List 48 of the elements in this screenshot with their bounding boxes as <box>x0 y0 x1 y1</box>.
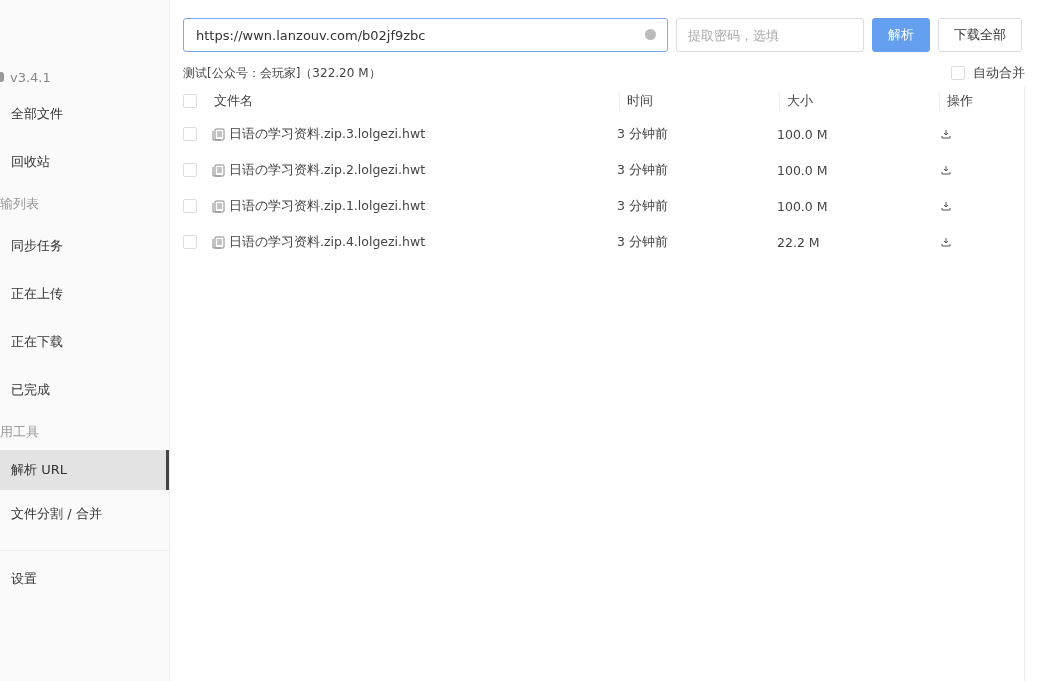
file-name: 日语の学习资料.zip.1.lolgezi.hwt <box>229 197 426 215</box>
sidebar-item[interactable]: 正在上传 <box>0 270 169 318</box>
table-cell-text: 3 分钟前 <box>617 161 669 179</box>
table-cell-text: 100.0 M <box>777 198 829 214</box>
file-icon <box>212 199 225 213</box>
row-checkbox[interactable] <box>183 235 197 249</box>
sidebar-item[interactable]: 同步任务 <box>0 222 169 270</box>
file-icon <box>212 163 225 177</box>
auto-merge-checkbox[interactable] <box>951 66 965 80</box>
row-checkbox[interactable] <box>183 163 197 177</box>
sidebar-item[interactable]: 解析 URL <box>0 450 169 490</box>
sidebar-item[interactable]: 回收站 <box>0 138 169 186</box>
auto-merge-label: 自动合并 <box>973 64 1025 82</box>
file-icon <box>212 235 225 249</box>
column-header: 操作 <box>939 92 1019 110</box>
file-icon <box>212 127 225 141</box>
row-checkbox[interactable] <box>183 199 197 213</box>
column-header: 大小 <box>779 92 939 110</box>
clear-icon[interactable] <box>645 29 656 40</box>
table-cell-text: 22.2 M <box>777 234 821 250</box>
file-name: 日语の学习资料.zip.2.lolgezi.hwt <box>229 161 426 179</box>
table-cell-text: 3 分钟前 <box>617 197 669 215</box>
password-field[interactable]: 提取密码，选填 <box>676 18 864 52</box>
sidebar-item[interactable]: 全部文件 <box>0 90 169 138</box>
sidebar-item[interactable]: 正在下载 <box>0 318 169 366</box>
file-name: 日语の学习资料.zip.4.lolgezi.hwt <box>229 233 426 251</box>
download-icon[interactable] <box>941 201 951 211</box>
section-title: 用工具 <box>0 423 40 441</box>
url-field[interactable]: https://wwn.lanzouv.com/b02jf9zbc <box>183 18 668 52</box>
file-name: 日语の学习资料.zip.3.lolgezi.hwt <box>229 125 426 143</box>
download-icon[interactable] <box>941 165 951 175</box>
share-summary: 测试[公众号：会玩家]（322.20 M） <box>183 64 381 82</box>
column-header: 时间 <box>619 92 779 110</box>
table-cell-text: 3 分钟前 <box>617 125 669 143</box>
sidebar-item[interactable]: 设置 <box>0 555 169 603</box>
version-label: v3.4.1 <box>10 69 51 85</box>
download-icon[interactable] <box>941 237 951 247</box>
row-checkbox[interactable] <box>183 127 197 141</box>
table-cell-text: 3 分钟前 <box>617 233 669 251</box>
sidebar-item[interactable]: 文件分割 / 合并 <box>0 490 169 538</box>
column-header: 文件名 <box>213 92 254 110</box>
select-all-checkbox[interactable] <box>183 94 197 108</box>
action-button[interactable]: 下载全部 <box>938 18 1022 52</box>
sidebar-item[interactable]: 已完成 <box>0 366 169 414</box>
table-cell-text: 100.0 M <box>777 162 829 178</box>
table-cell-text: 100.0 M <box>777 126 829 142</box>
download-icon[interactable] <box>941 129 951 139</box>
section-title: 输列表 <box>0 195 40 213</box>
